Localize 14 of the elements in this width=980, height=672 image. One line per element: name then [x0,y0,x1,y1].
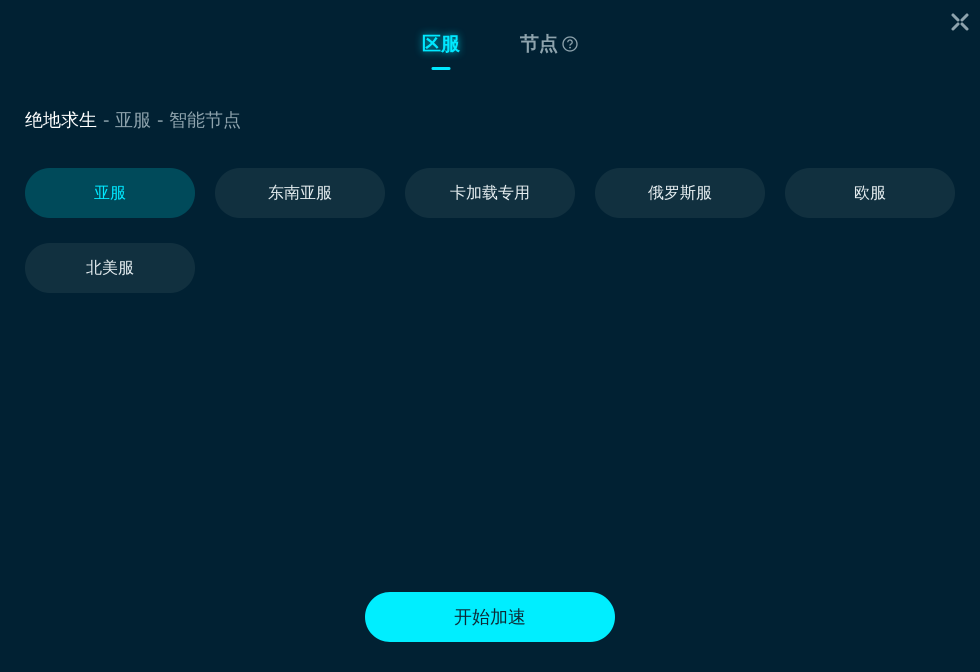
region-button[interactable]: 欧服 [785,168,955,218]
region-button[interactable]: 俄罗斯服 [595,168,765,218]
game-title: 绝地求生 [25,109,97,132]
tab[interactable]: 节点 [520,31,558,57]
help-icon[interactable] [562,36,578,52]
region-button[interactable]: 卡加载专用 [405,168,575,218]
start-button[interactable]: 开始加速 [365,592,615,642]
region-button[interactable]: 东南亚服 [215,168,385,218]
region-button[interactable]: 北美服 [25,243,195,293]
tab[interactable]: 区服 [422,31,460,57]
breadcrumb-path: - 亚服 - 智能节点 [103,109,242,132]
tab-indicator [432,67,450,70]
close-icon[interactable] [950,12,970,32]
region-button[interactable]: 亚服 [25,168,195,218]
